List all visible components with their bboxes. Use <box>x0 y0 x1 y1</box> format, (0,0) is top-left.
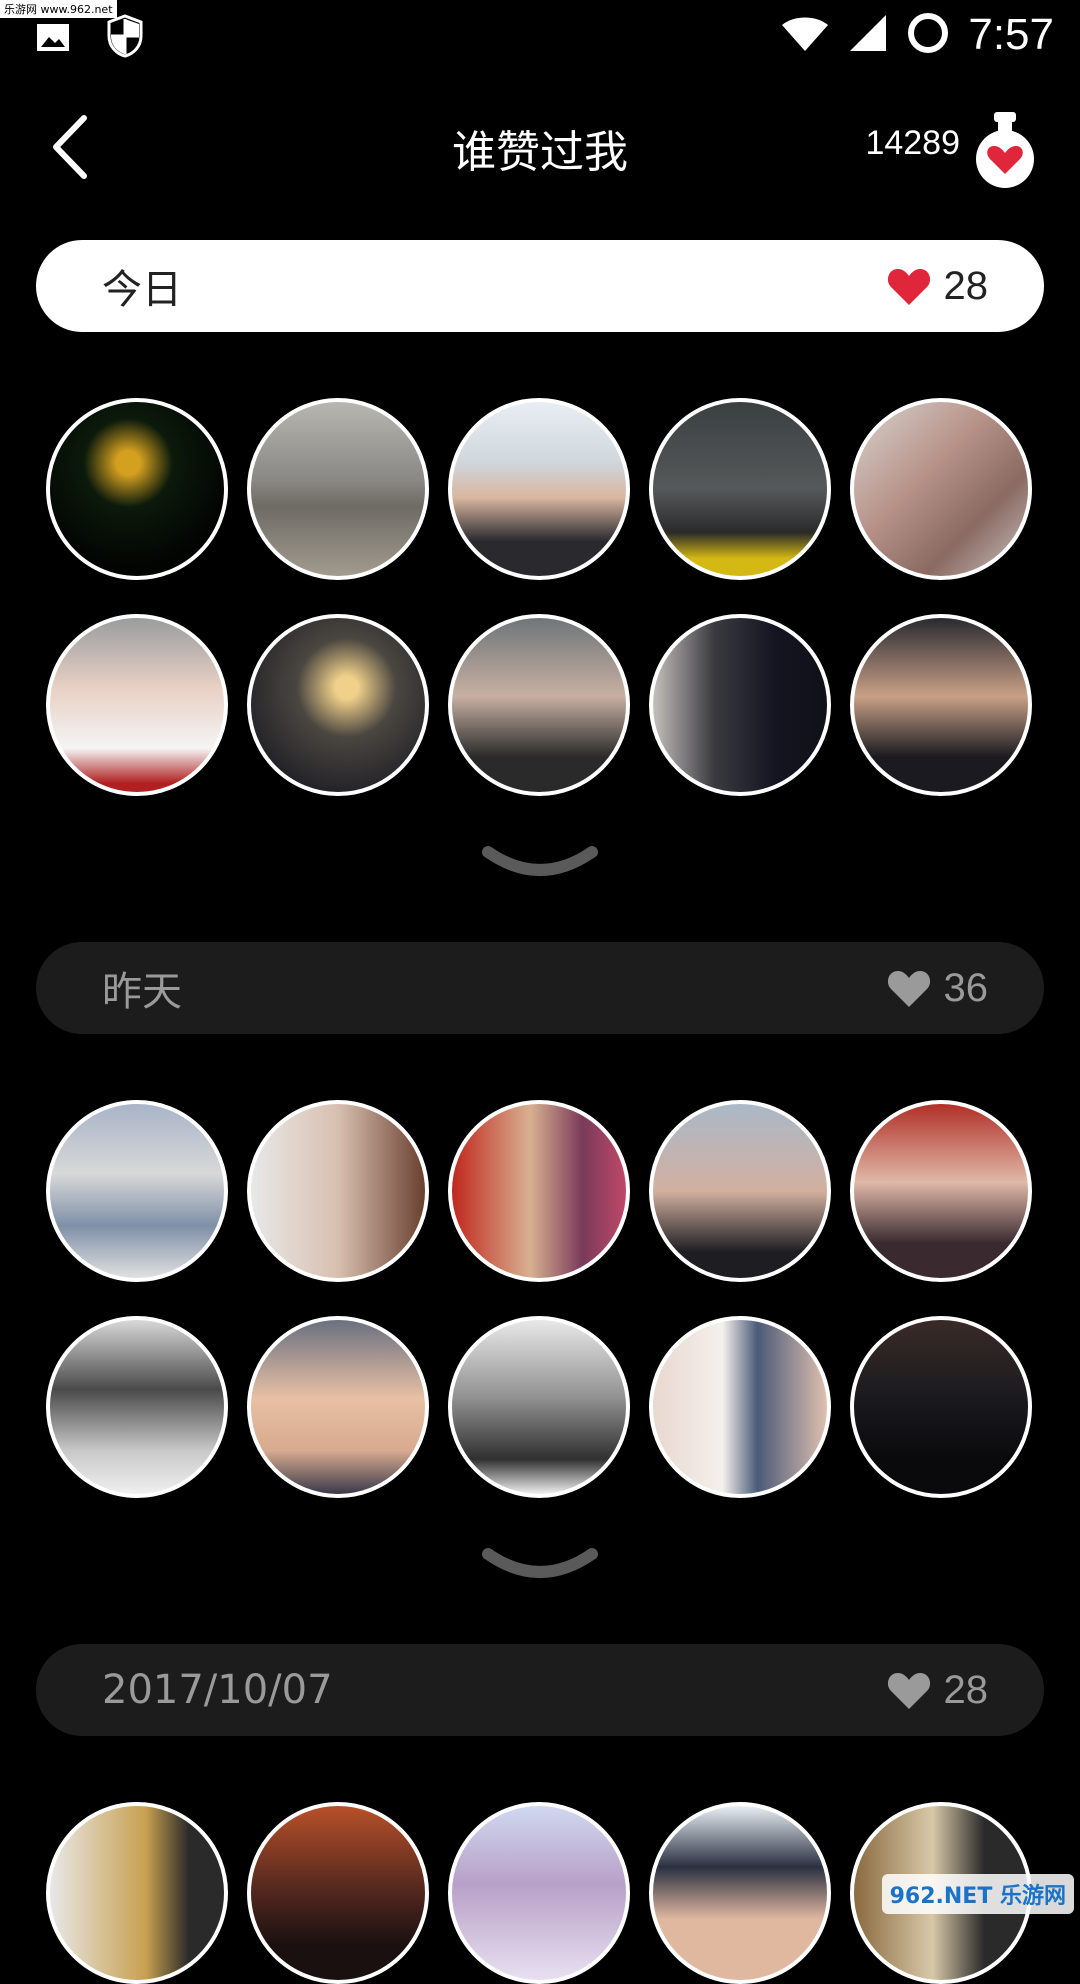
expand-today-button[interactable] <box>480 842 600 886</box>
signal-icon <box>848 13 888 57</box>
heart-potion-icon <box>976 112 1034 188</box>
section-label: 昨天 <box>102 969 182 1015</box>
battery-ring-icon <box>906 11 950 59</box>
user-avatar[interactable] <box>46 398 228 580</box>
user-avatar[interactable] <box>247 1316 429 1498</box>
user-avatar[interactable] <box>448 614 630 796</box>
chevron-down-icon <box>482 1548 598 1578</box>
user-avatar[interactable] <box>448 1802 630 1984</box>
user-avatar[interactable] <box>649 1100 831 1282</box>
watermark-badge: 962.NET 乐游网 <box>881 1874 1074 1914</box>
like-count: 28 <box>943 263 989 308</box>
heart-icon <box>887 269 930 305</box>
like-count: 36 <box>943 965 989 1010</box>
user-avatar[interactable] <box>46 1316 228 1498</box>
user-avatar[interactable] <box>247 1100 429 1282</box>
user-avatar[interactable] <box>649 1316 831 1498</box>
user-avatar[interactable] <box>850 614 1032 796</box>
user-avatar[interactable] <box>850 1100 1032 1282</box>
user-avatar[interactable] <box>247 398 429 580</box>
image-icon <box>36 20 70 56</box>
section-label: 今日 <box>102 267 182 313</box>
section-header-yesterday[interactable]: 昨天 36 <box>36 942 1044 1034</box>
chevron-down-icon <box>482 846 598 876</box>
user-avatar[interactable] <box>247 614 429 796</box>
user-avatar[interactable] <box>46 614 228 796</box>
user-avatar[interactable] <box>46 1802 228 1984</box>
status-time: 7:57 <box>968 10 1054 59</box>
status-bar: 乐游网 www.962.net 7:57 <box>0 0 1080 72</box>
points-count: 14289 <box>865 124 960 162</box>
heart-icon <box>887 1673 930 1709</box>
user-avatar[interactable] <box>649 398 831 580</box>
user-avatar[interactable] <box>46 1100 228 1282</box>
heart-potion-button[interactable] <box>970 112 1040 188</box>
user-avatar[interactable] <box>850 1316 1032 1498</box>
user-avatar[interactable] <box>448 1316 630 1498</box>
user-avatar[interactable] <box>649 1802 831 1984</box>
wifi-icon <box>780 13 830 57</box>
user-avatar[interactable] <box>448 398 630 580</box>
user-avatar[interactable] <box>649 614 831 796</box>
like-count: 28 <box>943 1667 989 1712</box>
section-label: 2017/10/07 <box>102 1667 333 1713</box>
shield-icon <box>106 14 144 62</box>
heart-icon <box>887 971 930 1007</box>
section-header-date[interactable]: 2017/10/07 28 <box>36 1644 1044 1736</box>
user-avatar[interactable] <box>247 1802 429 1984</box>
user-avatar[interactable] <box>850 398 1032 580</box>
section-header-today[interactable]: 今日 28 <box>36 240 1044 332</box>
top-app-bar: 谁赞过我 14289 <box>0 90 1080 200</box>
user-avatar[interactable] <box>448 1100 630 1282</box>
expand-yesterday-button[interactable] <box>480 1544 600 1588</box>
